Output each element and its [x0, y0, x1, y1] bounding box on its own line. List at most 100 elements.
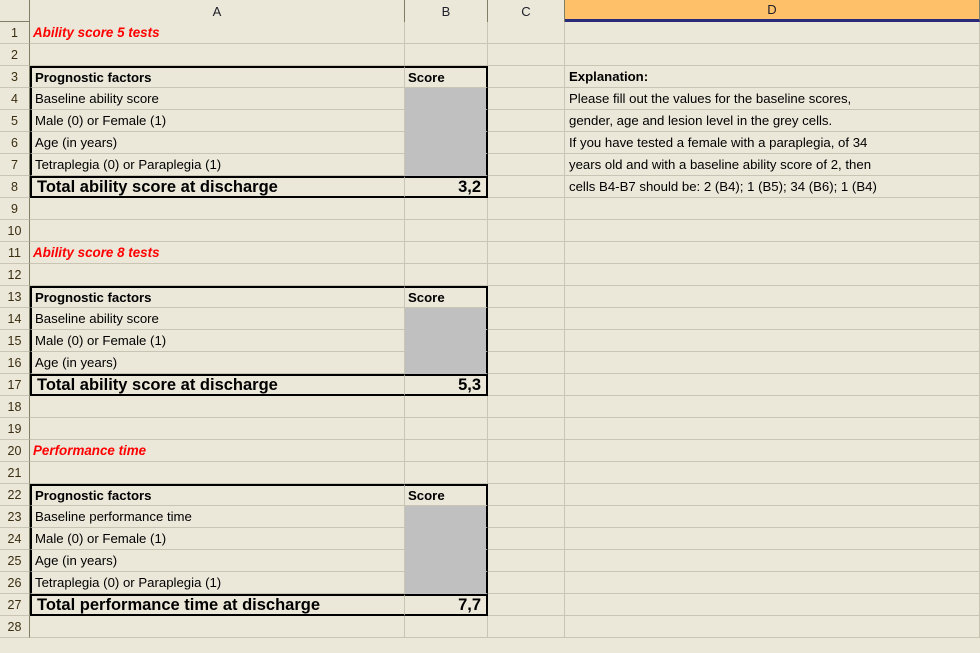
cell-b12[interactable] [405, 264, 488, 286]
cell-a23-factor-label[interactable]: Baseline performance time [30, 506, 405, 528]
cell-c6[interactable] [488, 132, 565, 154]
cell-d5-explanation-line[interactable]: gender, age and lesion level in the grey… [565, 110, 980, 132]
cell-b22-score-header[interactable]: Score [405, 484, 488, 506]
row-header-12[interactable]: 12 [0, 264, 30, 286]
cell-b8-total-value[interactable]: 3,2 [405, 176, 488, 198]
cell-c1[interactable] [488, 22, 565, 44]
cell-d1[interactable] [565, 22, 980, 44]
cell-b28[interactable] [405, 616, 488, 638]
row-header-20[interactable]: 20 [0, 440, 30, 462]
cell-a11-block2-title[interactable]: Ability score 8 tests [30, 242, 405, 264]
cell-a25-factor-label[interactable]: Age (in years) [30, 550, 405, 572]
cell-a12[interactable] [30, 264, 405, 286]
cell-b2[interactable] [405, 44, 488, 66]
cell-d10[interactable] [565, 220, 980, 242]
row-header-18[interactable]: 18 [0, 396, 30, 418]
row-header-16[interactable]: 16 [0, 352, 30, 374]
cell-a28[interactable] [30, 616, 405, 638]
cell-b6-input[interactable] [405, 132, 488, 154]
cell-b20[interactable] [405, 440, 488, 462]
cell-a15-factor-label[interactable]: Male (0) or Female (1) [30, 330, 405, 352]
cell-a20-block3-title[interactable]: Performance time [30, 440, 405, 462]
cell-a1-block1-title[interactable]: Ability score 5 tests [30, 22, 405, 44]
cell-c12[interactable] [488, 264, 565, 286]
cell-d16[interactable] [565, 352, 980, 374]
cell-d19[interactable] [565, 418, 980, 440]
column-header-d-selected[interactable]: D [565, 0, 980, 22]
cell-d21[interactable] [565, 462, 980, 484]
row-header-25[interactable]: 25 [0, 550, 30, 572]
cell-b13-score-header[interactable]: Score [405, 286, 488, 308]
row-header-26[interactable]: 26 [0, 572, 30, 594]
cell-c16[interactable] [488, 352, 565, 374]
cell-a27-total-label[interactable]: Total performance time at discharge [30, 594, 405, 616]
row-header-3[interactable]: 3 [0, 66, 30, 88]
row-header-6[interactable]: 6 [0, 132, 30, 154]
cell-d6-explanation-line[interactable]: If you have tested a female with a parap… [565, 132, 980, 154]
cell-b3-score-header[interactable]: Score [405, 66, 488, 88]
row-header-15[interactable]: 15 [0, 330, 30, 352]
cell-d14[interactable] [565, 308, 980, 330]
cell-b19[interactable] [405, 418, 488, 440]
cell-d2[interactable] [565, 44, 980, 66]
cell-b17-total-value[interactable]: 5,3 [405, 374, 488, 396]
cell-a21[interactable] [30, 462, 405, 484]
cell-a9[interactable] [30, 198, 405, 220]
cell-c11[interactable] [488, 242, 565, 264]
cell-b7-input[interactable] [405, 154, 488, 176]
cell-b4-input[interactable] [405, 88, 488, 110]
cell-d26[interactable] [565, 572, 980, 594]
row-header-24[interactable]: 24 [0, 528, 30, 550]
cell-c19[interactable] [488, 418, 565, 440]
cell-d27[interactable] [565, 594, 980, 616]
select-all-corner-button[interactable] [0, 0, 30, 22]
cell-a16-factor-label[interactable]: Age (in years) [30, 352, 405, 374]
cell-d24[interactable] [565, 528, 980, 550]
row-header-8[interactable]: 8 [0, 176, 30, 198]
row-header-19[interactable]: 19 [0, 418, 30, 440]
cell-b10[interactable] [405, 220, 488, 242]
cell-a4-factor-label[interactable]: Baseline ability score [30, 88, 405, 110]
cell-c5[interactable] [488, 110, 565, 132]
cell-d20[interactable] [565, 440, 980, 462]
row-header-28[interactable]: 28 [0, 616, 30, 638]
row-header-22[interactable]: 22 [0, 484, 30, 506]
cell-c23[interactable] [488, 506, 565, 528]
cell-c18[interactable] [488, 396, 565, 418]
cell-a24-factor-label[interactable]: Male (0) or Female (1) [30, 528, 405, 550]
row-header-14[interactable]: 14 [0, 308, 30, 330]
cell-b14-input[interactable] [405, 308, 488, 330]
cell-c15[interactable] [488, 330, 565, 352]
row-header-5[interactable]: 5 [0, 110, 30, 132]
cell-a22-prognostic-factors-header[interactable]: Prognostic factors [30, 484, 405, 506]
cell-c7[interactable] [488, 154, 565, 176]
cell-c4[interactable] [488, 88, 565, 110]
cell-a5-factor-label[interactable]: Male (0) or Female (1) [30, 110, 405, 132]
cell-c9[interactable] [488, 198, 565, 220]
cell-d3-explanation-heading[interactable]: Explanation: [565, 66, 980, 88]
cell-c25[interactable] [488, 550, 565, 572]
column-header-c[interactable]: C [488, 0, 565, 22]
cell-c14[interactable] [488, 308, 565, 330]
cell-c22[interactable] [488, 484, 565, 506]
cell-b25-input[interactable] [405, 550, 488, 572]
cell-c17[interactable] [488, 374, 565, 396]
cell-c10[interactable] [488, 220, 565, 242]
cell-c8[interactable] [488, 176, 565, 198]
row-header-13[interactable]: 13 [0, 286, 30, 308]
row-header-11[interactable]: 11 [0, 242, 30, 264]
row-header-10[interactable]: 10 [0, 220, 30, 242]
cell-a17-total-label[interactable]: Total ability score at discharge [30, 374, 405, 396]
cell-a6-factor-label[interactable]: Age (in years) [30, 132, 405, 154]
cell-d12[interactable] [565, 264, 980, 286]
cell-d25[interactable] [565, 550, 980, 572]
cell-c20[interactable] [488, 440, 565, 462]
row-header-1[interactable]: 1 [0, 22, 30, 44]
cell-d18[interactable] [565, 396, 980, 418]
cell-b24-input[interactable] [405, 528, 488, 550]
row-header-2[interactable]: 2 [0, 44, 30, 66]
cell-c26[interactable] [488, 572, 565, 594]
cell-b15-input[interactable] [405, 330, 488, 352]
cell-b5-input[interactable] [405, 110, 488, 132]
cell-a18[interactable] [30, 396, 405, 418]
